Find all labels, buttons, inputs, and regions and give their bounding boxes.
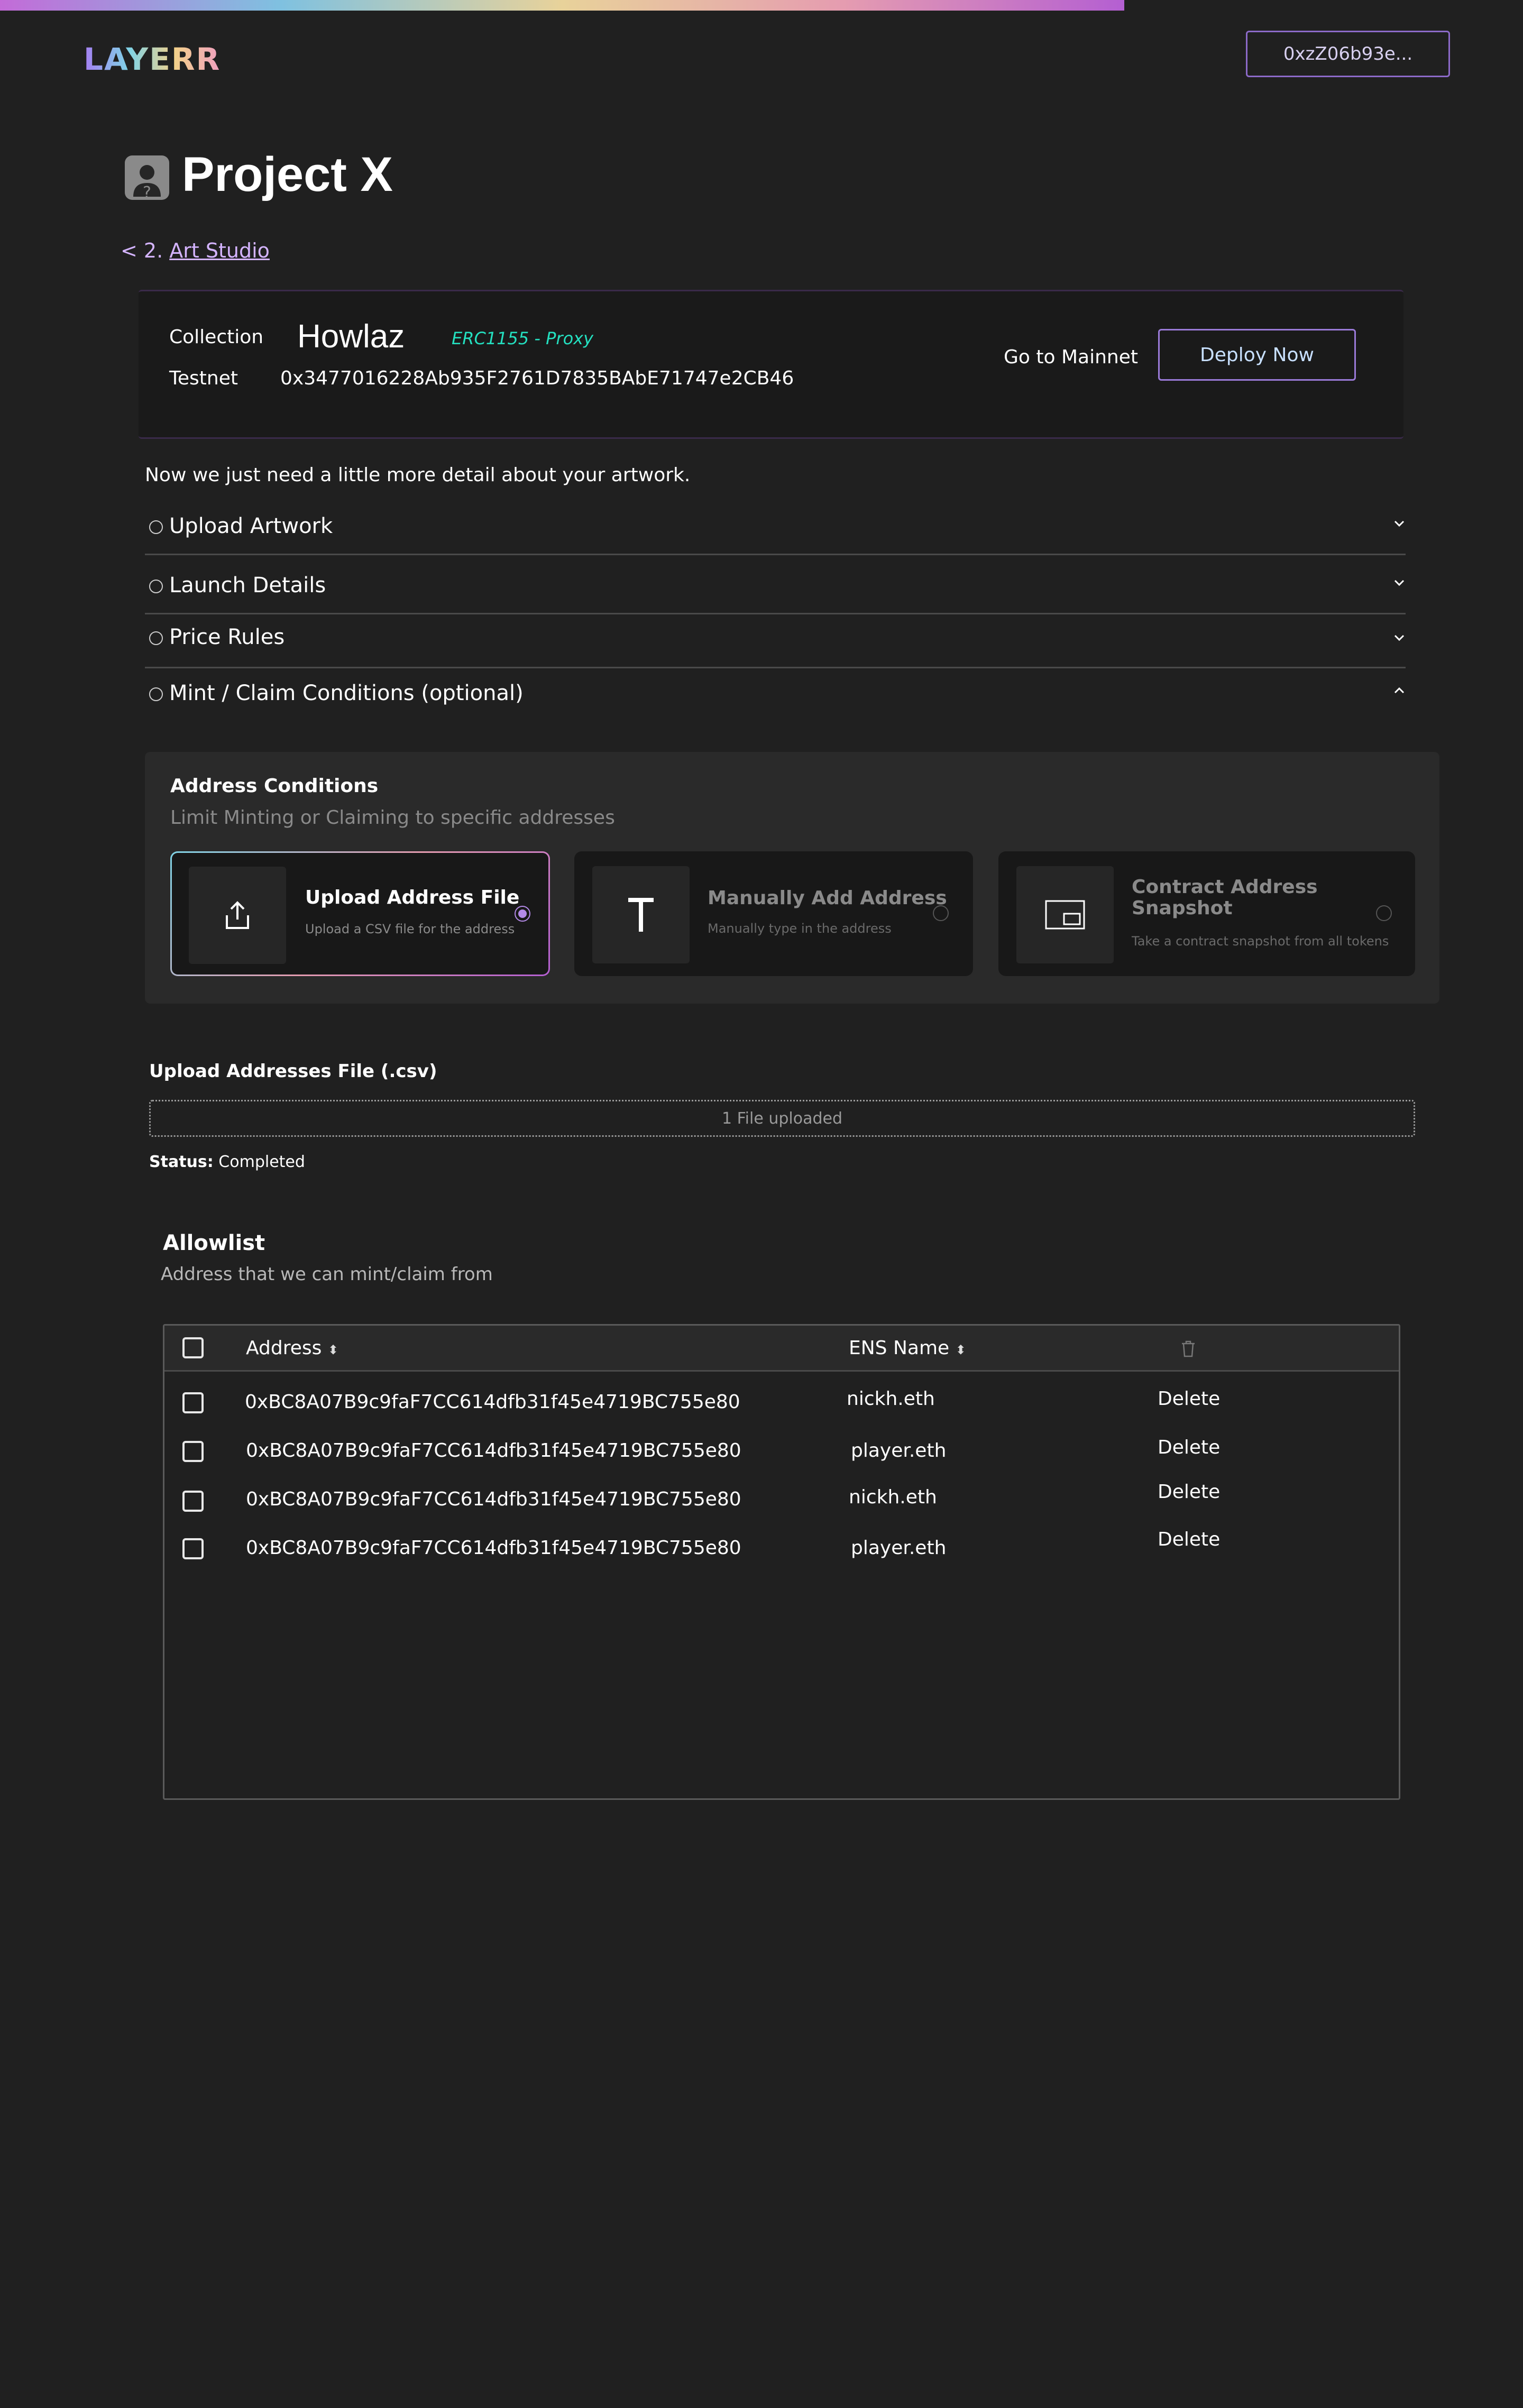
row-checkbox[interactable] <box>182 1538 204 1559</box>
chevron-down-icon <box>1394 635 1405 641</box>
snapshot-icon <box>1016 866 1114 963</box>
address-conditions-title: Address Conditions <box>170 775 379 797</box>
accordion-launch-details[interactable]: Launch Details <box>145 556 1406 614</box>
delete-row-button[interactable]: Delete <box>1158 1481 1220 1503</box>
contract-standard-badge: ERC1155 - Proxy <box>452 328 594 348</box>
address-conditions-panel: Address Conditions Limit Minting or Clai… <box>145 752 1439 1004</box>
accordion-title: Price Rules <box>169 625 285 649</box>
row-checkbox[interactable] <box>182 1441 204 1462</box>
delete-row-button[interactable]: Delete <box>1158 1529 1220 1550</box>
sort-icon: ⬍ <box>327 1343 338 1357</box>
go-to-mainnet-link[interactable]: Go to Mainnet <box>1004 346 1138 368</box>
accordion-title: Launch Details <box>169 573 326 598</box>
table-header: Address ⬍ ENS Name ⬍ <box>164 1326 1399 1372</box>
row-ens: nickh.eth <box>847 1388 935 1410</box>
trash-icon[interactable] <box>1180 1339 1197 1358</box>
row-checkbox[interactable] <box>182 1491 204 1512</box>
accordion-title: Mint / Claim Conditions (optional) <box>169 681 524 705</box>
option-description: Upload a CSV file for the address <box>305 922 515 936</box>
deploy-now-button[interactable]: Deploy Now <box>1158 329 1356 381</box>
chevron-up-icon <box>1394 687 1405 694</box>
delete-row-button[interactable]: Delete <box>1158 1437 1220 1458</box>
option-title: Contract Address Snapshot <box>1132 876 1318 919</box>
collection-label: Collection <box>169 326 264 348</box>
allowlist-table: Address ⬍ ENS Name ⬍ 0xBC8A07B9c9faF7CC6… <box>163 1324 1400 1800</box>
option-radio-selected[interactable] <box>515 906 530 922</box>
option-upload-address-file[interactable]: Upload Address File Upload a CSV file fo… <box>170 851 550 976</box>
column-label: ENS Name <box>849 1337 950 1359</box>
chevron-down-icon <box>1394 520 1405 527</box>
accordion-price-rules[interactable]: Price Rules <box>145 611 1406 668</box>
collection-name: Howlaz <box>297 318 405 355</box>
column-header-ens[interactable]: ENS Name ⬍ <box>849 1337 966 1359</box>
upload-title: Upload Addresses File (.csv) <box>149 1061 437 1082</box>
select-all-checkbox[interactable] <box>182 1337 204 1358</box>
address-conditions-subtitle: Limit Minting or Claiming to specific ad… <box>170 807 615 829</box>
row-ens: nickh.eth <box>849 1486 937 1508</box>
layerr-logo[interactable]: LAYERR <box>84 41 221 77</box>
csv-dropzone[interactable]: 1 File uploaded <box>149 1100 1415 1137</box>
sort-icon: ⬍ <box>955 1343 966 1357</box>
status-value: Completed <box>218 1153 305 1171</box>
chevron-down-icon <box>1394 580 1405 586</box>
accordion-mint-claim-conditions[interactable]: Mint / Claim Conditions (optional) <box>145 668 1406 716</box>
option-radio[interactable] <box>1376 905 1392 921</box>
contract-address: 0x3477016228Ab935F2761D7835BAbE71747e2CB… <box>280 367 794 389</box>
breadcrumb-prefix[interactable]: < 2. <box>121 239 163 262</box>
option-manually-add-address[interactable]: Manually Add Address Manually type in th… <box>574 851 973 976</box>
row-address: 0xBC8A07B9c9faF7CC614dfb31f45e4719BC755e… <box>245 1391 740 1413</box>
intro-text: Now we just need a little more detail ab… <box>145 464 691 486</box>
row-ens: player.eth <box>851 1537 947 1559</box>
network-label: Testnet <box>169 367 238 389</box>
breadcrumb: < 2. Art Studio <box>121 239 270 262</box>
column-header-address[interactable]: Address ⬍ <box>246 1337 338 1359</box>
status-circle-icon <box>149 520 163 534</box>
text-t-icon <box>592 866 690 963</box>
option-description: Take a contract snapshot from all tokens <box>1132 934 1389 949</box>
allowlist-subtitle: Address that we can mint/claim from <box>161 1264 493 1285</box>
option-radio[interactable] <box>933 905 949 921</box>
wallet-address-button[interactable]: 0xzZ06b93e... <box>1246 31 1450 77</box>
svg-text:?: ? <box>143 183 151 200</box>
row-address: 0xBC8A07B9c9faF7CC614dfb31f45e4719BC755e… <box>246 1537 741 1559</box>
option-title: Manually Add Address <box>708 887 947 909</box>
project-avatar-icon: ? <box>125 155 169 202</box>
top-gradient-bar <box>0 0 1124 11</box>
row-checkbox[interactable] <box>182 1392 204 1413</box>
option-title: Upload Address File <box>305 887 520 908</box>
status-circle-icon <box>149 631 163 645</box>
option-description: Manually type in the address <box>708 921 892 936</box>
page-title: Project X <box>182 148 393 201</box>
row-address: 0xBC8A07B9c9faF7CC614dfb31f45e4719BC755e… <box>246 1440 741 1462</box>
upload-status: Status: Completed <box>149 1153 305 1171</box>
row-ens: player.eth <box>851 1440 947 1462</box>
breadcrumb-link-art-studio[interactable]: Art Studio <box>169 239 270 262</box>
row-address: 0xBC8A07B9c9faF7CC614dfb31f45e4719BC755e… <box>246 1488 741 1510</box>
accordion-upload-artwork[interactable]: Upload Artwork <box>145 497 1406 555</box>
status-label: Status: <box>149 1153 214 1171</box>
status-circle-icon <box>149 687 163 701</box>
delete-row-button[interactable]: Delete <box>1158 1388 1220 1410</box>
allowlist-title: Allowlist <box>163 1231 265 1255</box>
accordion-title: Upload Artwork <box>169 514 333 538</box>
status-circle-icon <box>149 580 163 593</box>
upload-icon <box>189 867 286 964</box>
option-contract-address-snapshot[interactable]: Contract Address Snapshot Take a contrac… <box>998 851 1415 976</box>
column-label: Address <box>246 1337 322 1359</box>
